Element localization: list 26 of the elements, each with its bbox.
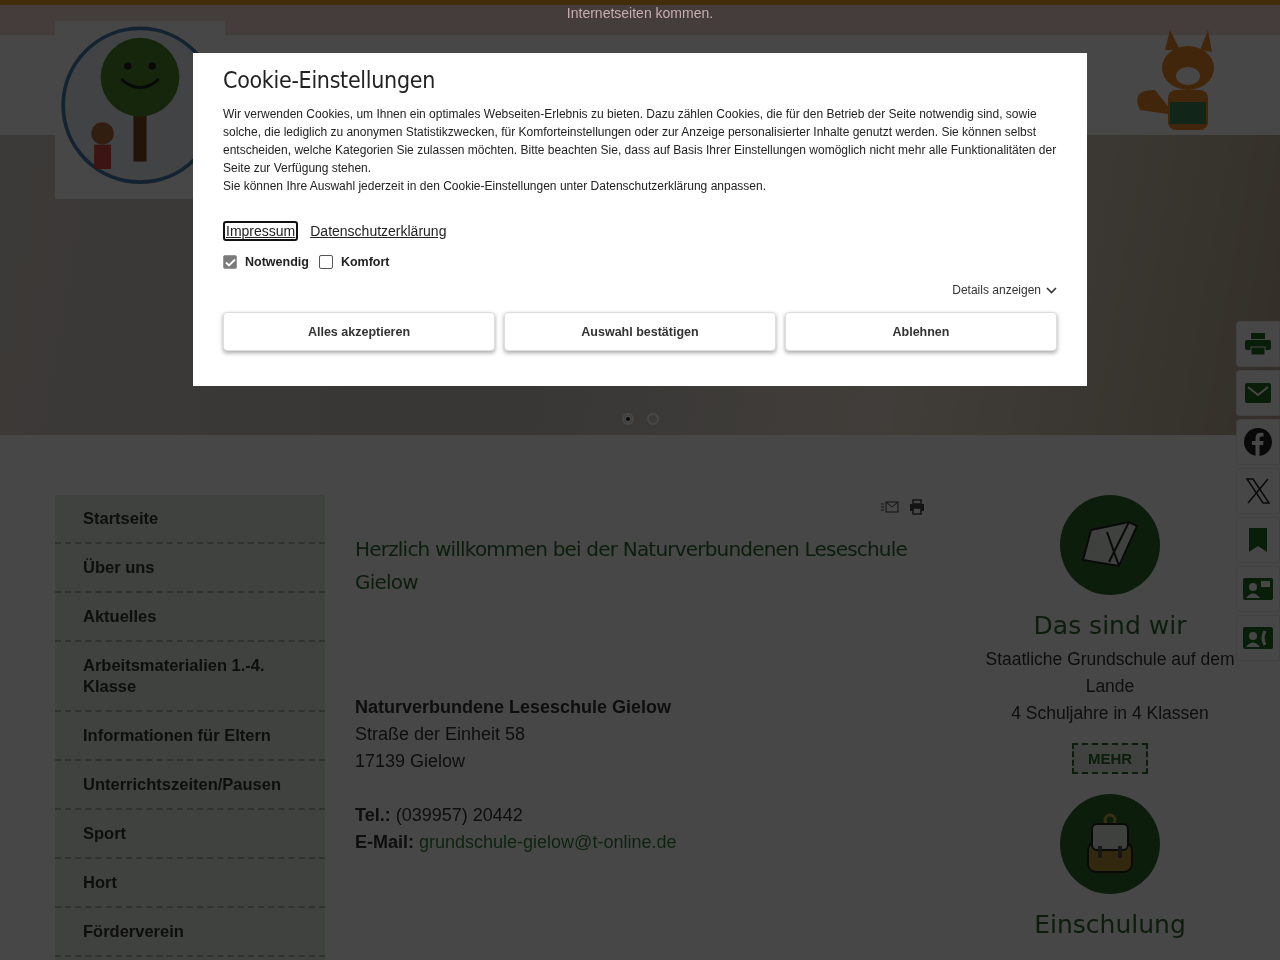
school-name: Naturverbundene Leseschule Gielow bbox=[355, 696, 673, 719]
street-address: Straße der Einheit 58 bbox=[355, 723, 527, 746]
checkbox[interactable] bbox=[318, 255, 333, 269]
dialog-button[interactable]: Alles akzeptieren bbox=[223, 312, 495, 351]
dialog-paragraph: Sie können Ihre Auswahl jederzeit in den Cookie-Einstellungen unter Datenschutzerklärung anpassen. bbox=[223, 178, 767, 195]
phone-number: (039957) 20442 bbox=[395, 805, 523, 825]
details-toggle[interactable]: Details anzeigen bbox=[952, 283, 1041, 297]
phone-label: Tel.: bbox=[355, 805, 391, 825]
dialog-paragraph: Wir verwenden Cookies, um Ihnen ein optimales Webseiten-Erlebnis zu bieten. Dazu zählen Cookies, die für den Betrieb der Seite notwendig sind, sowie solche, die lediglich zu anonymen Statistikzwecken, für Komforteinstellungen oder zur Anzeige personalisierter Inhalte genutzt werden. Sie können selbst entscheiden, welche Kategorien Sie zulassen möchten. Bitte beachten Sie, dass auf Basis Ihrer Einstellungen womöglich nicht mehr alle Funktionalitäten der Seite zur Verfügung stehen. bbox=[223, 106, 1057, 177]
teaser-text: Staatliche Grundschule auf dem Lande bbox=[984, 648, 1236, 698]
email-label: E-Mail: bbox=[355, 832, 414, 852]
notice-text: Internetseiten kommen. bbox=[566, 5, 714, 21]
city-address: 17139 Gielow bbox=[355, 750, 467, 773]
email-link[interactable]: grundschule-gielow@t-online.de bbox=[419, 832, 677, 852]
dialog-link[interactable]: Impressum bbox=[223, 221, 299, 241]
teaser-title: Einschulung bbox=[1034, 910, 1186, 939]
page-heading: Herzlich willkommen bei der Naturverbundenen Leseschule Gielow bbox=[355, 536, 908, 596]
teaser-title: Das sind wir bbox=[1033, 611, 1187, 640]
dialog-title: Cookie-Einstellungen bbox=[223, 67, 436, 93]
checkbox-label: Komfort bbox=[340, 255, 390, 269]
dialog-link[interactable]: Datenschutzerklärung bbox=[307, 221, 450, 241]
dialog-button[interactable]: Ablehnen bbox=[785, 312, 1057, 351]
teaser-text: 4 Schuljahre in 4 Klassen bbox=[1010, 702, 1210, 725]
checkbox-label: Notwendig bbox=[245, 255, 309, 269]
dialog-button[interactable]: Auswahl bestätigen bbox=[504, 312, 776, 351]
chevron-down-icon[interactable] bbox=[1046, 286, 1057, 294]
